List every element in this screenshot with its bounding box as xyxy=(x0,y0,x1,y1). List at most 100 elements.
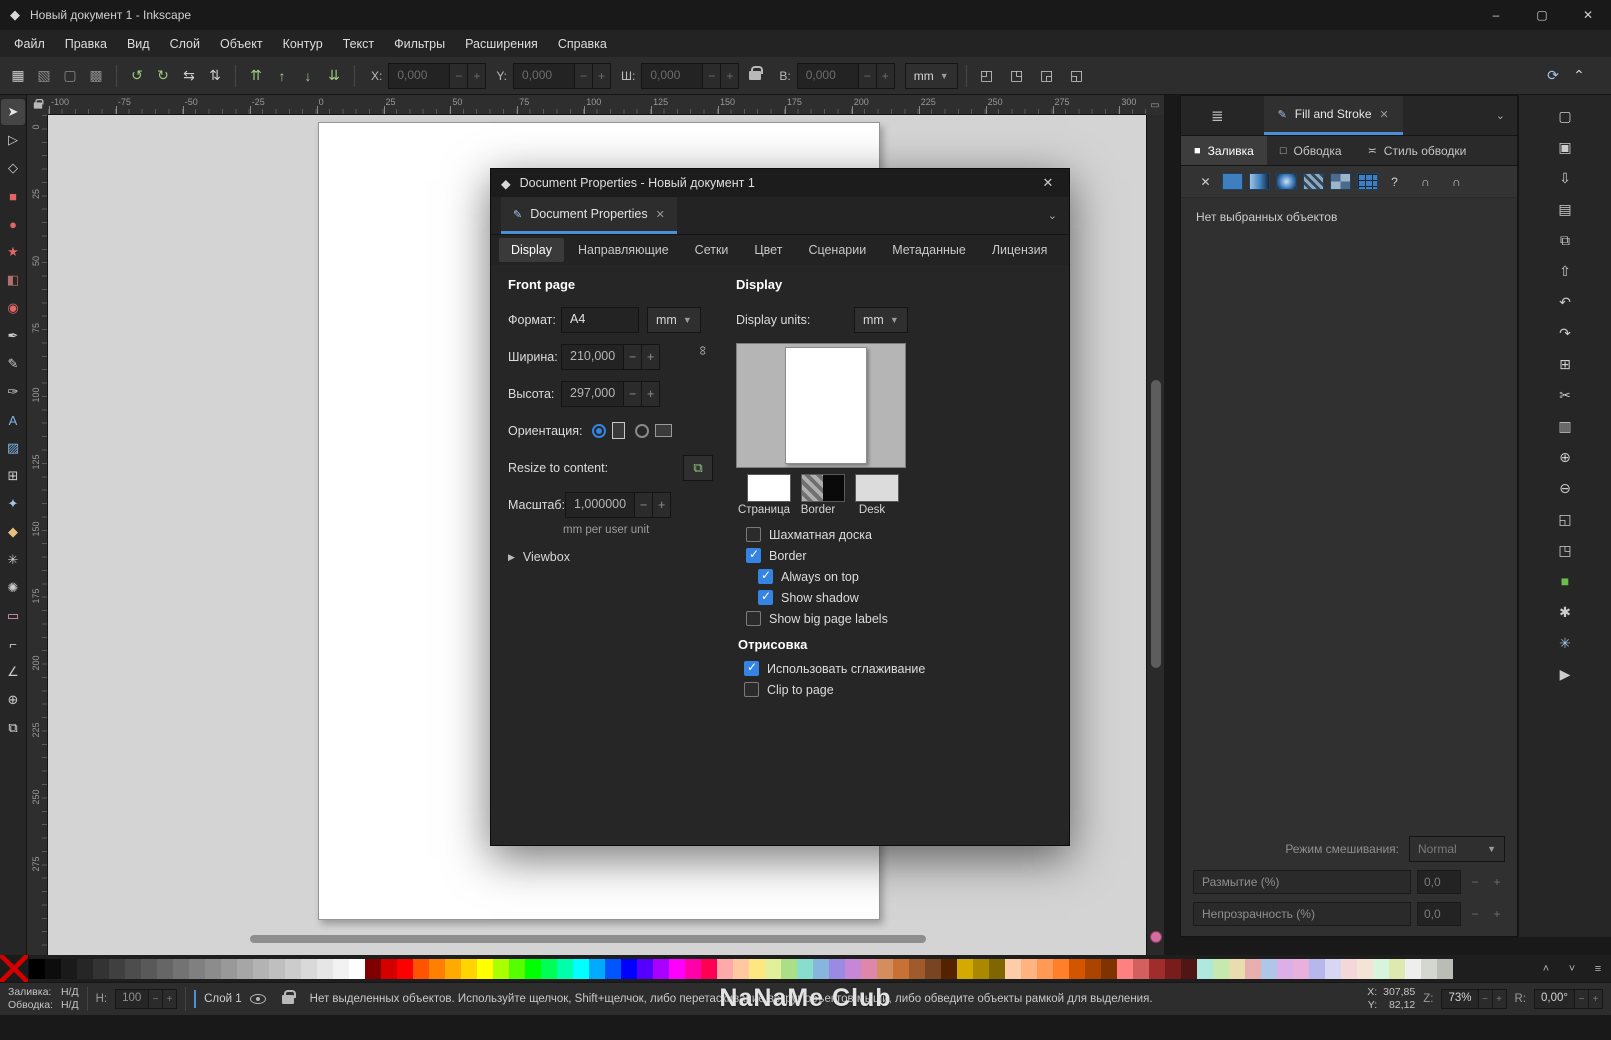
chevron-down-icon[interactable]: ⌄ xyxy=(1048,209,1057,222)
width-plus-button[interactable]: + xyxy=(642,344,660,370)
color-swatch-34[interactable] xyxy=(573,959,589,979)
page-width-field[interactable]: 210,000 − + xyxy=(561,344,660,370)
scale-plus-button[interactable]: + xyxy=(653,492,671,518)
linear-gradient-icon[interactable] xyxy=(1249,173,1270,190)
shape-builder-tool[interactable]: ◇ xyxy=(1,155,25,181)
color-swatch-45[interactable] xyxy=(749,959,765,979)
palette-scroll-up-button[interactable]: ˄ xyxy=(1533,955,1559,982)
color-swatch-86[interactable] xyxy=(1405,959,1421,979)
color-swatch-73[interactable] xyxy=(1197,959,1213,979)
color-swatch-8[interactable] xyxy=(157,959,173,979)
color-swatch-54[interactable] xyxy=(893,959,909,979)
color-swatch-69[interactable] xyxy=(1133,959,1149,979)
color-swatch-50[interactable] xyxy=(829,959,845,979)
height-plus-button[interactable]: + xyxy=(877,63,895,89)
color-swatch-64[interactable] xyxy=(1053,959,1069,979)
menu-item-0[interactable]: Файл xyxy=(4,33,55,55)
color-swatch-51[interactable] xyxy=(845,959,861,979)
tab-close-icon[interactable]: ✕ xyxy=(656,208,665,221)
selection-touch-icon[interactable]: ▩ xyxy=(84,63,108,89)
blur-slider[interactable]: Размытие (%) xyxy=(1193,870,1411,894)
color-swatch-2[interactable] xyxy=(61,959,77,979)
paste-icon[interactable]: ▥ xyxy=(1551,413,1579,439)
layer-lock-icon[interactable] xyxy=(282,995,294,1004)
transform-gradient-icon[interactable]: ◲ xyxy=(1035,63,1059,89)
x-field[interactable]: 0,000 − + xyxy=(388,63,486,89)
fill-stroke-indicator[interactable]: Заливка: Н/Д Обводка: Н/Д xyxy=(8,986,79,1012)
checkbox-always-on-top[interactable]: Always on top xyxy=(758,566,1066,587)
checkbox-checkerboard[interactable]: Шахматная доска xyxy=(746,524,1066,545)
snap-settings-icon[interactable]: ⟳ xyxy=(1541,63,1565,89)
color-swatch-40[interactable] xyxy=(669,959,685,979)
color-swatch-15[interactable] xyxy=(269,959,285,979)
maximize-button[interactable]: ▢ xyxy=(1519,0,1565,30)
print-icon[interactable]: ▤ xyxy=(1551,196,1579,222)
width-minus-button[interactable]: − xyxy=(703,63,721,89)
orientation-landscape-radio[interactable] xyxy=(635,424,649,438)
page-width-value[interactable]: 210,000 xyxy=(561,344,624,370)
color-swatch-9[interactable] xyxy=(173,959,189,979)
spiral-tool[interactable]: ◉ xyxy=(1,295,25,321)
menu-item-1[interactable]: Правка xyxy=(55,33,117,55)
category-tab-6[interactable]: Лицензия xyxy=(980,238,1060,262)
cut-icon[interactable]: ✂ xyxy=(1551,382,1579,408)
checkbox-antialias[interactable]: Использовать сглаживание xyxy=(744,658,1066,679)
deselect-icon[interactable]: ▢ xyxy=(58,63,82,89)
color-swatch-26[interactable] xyxy=(445,959,461,979)
menu-item-9[interactable]: Справка xyxy=(548,33,617,55)
transform-pattern-icon[interactable]: ◱ xyxy=(1065,63,1089,89)
color-swatch-36[interactable] xyxy=(605,959,621,979)
opacity-indicator-field[interactable]: 100 − + xyxy=(115,989,177,1009)
dropper-tool[interactable]: ✦ xyxy=(1,491,25,517)
selector-tool[interactable]: ➤ xyxy=(1,99,25,125)
y-plus-button[interactable]: + xyxy=(593,63,611,89)
document-new-icon[interactable]: ▢ xyxy=(1551,103,1579,129)
color-swatch-63[interactable] xyxy=(1037,959,1053,979)
minimize-button[interactable]: – xyxy=(1473,0,1519,30)
y-field[interactable]: 0,000 − + xyxy=(513,63,611,89)
y-value[interactable]: 0,000 xyxy=(513,63,575,89)
opacity-plus-button[interactable]: + xyxy=(1489,902,1505,926)
color-swatch-38[interactable] xyxy=(637,959,653,979)
pages-tool[interactable]: ⧉ xyxy=(1,715,25,741)
color-swatch-24[interactable] xyxy=(413,959,429,979)
lower-to-bottom-icon[interactable]: ⇊ xyxy=(322,63,346,89)
radial-gradient-icon[interactable] xyxy=(1276,173,1297,190)
chevron-down-icon[interactable]: ⌄ xyxy=(1496,109,1505,122)
zoom-drawing-icon[interactable]: ◳ xyxy=(1551,537,1579,563)
height-plus-button[interactable]: + xyxy=(642,381,660,407)
duplicate-icon[interactable]: ⊞ xyxy=(1551,351,1579,377)
color-swatch-31[interactable] xyxy=(525,959,541,979)
horizontal-scrollbar-thumb[interactable] xyxy=(250,935,926,943)
color-swatch-87[interactable] xyxy=(1421,959,1437,979)
objects-icon[interactable]: ■ xyxy=(1551,568,1579,594)
vertical-scrollbar[interactable] xyxy=(1146,115,1164,955)
scale-value[interactable]: 1,000000 xyxy=(565,492,635,518)
x-plus-button[interactable]: + xyxy=(468,63,486,89)
dialog-titlebar[interactable]: ◆ Document Properties - Новый документ 1… xyxy=(491,169,1069,197)
eraser-tool[interactable]: ▭ xyxy=(1,603,25,629)
color-swatch-46[interactable] xyxy=(765,959,781,979)
ruler-corner[interactable] xyxy=(27,95,48,115)
checkbox-big-page-labels[interactable]: Show big page labels xyxy=(746,608,1066,629)
color-swatch-67[interactable] xyxy=(1101,959,1117,979)
close-button[interactable]: ✕ xyxy=(1565,0,1611,30)
page-height-value[interactable]: 297,000 xyxy=(561,381,624,407)
pen-tool[interactable]: ✒ xyxy=(1,323,25,349)
tweak-tool[interactable]: ✳ xyxy=(1,547,25,573)
resize-to-content-button[interactable]: ⧉ xyxy=(683,455,713,481)
display-units-dropdown[interactable]: mm ▼ xyxy=(854,307,908,333)
connector-tool[interactable]: ⌐ xyxy=(1,631,25,657)
select-all-icon[interactable]: ▦ xyxy=(6,63,30,89)
blur-minus-button[interactable]: − xyxy=(1467,870,1483,894)
color-swatch-66[interactable] xyxy=(1085,959,1101,979)
color-swatch-1[interactable] xyxy=(45,959,61,979)
units-dropdown[interactable]: mm ▼ xyxy=(905,63,958,89)
lock-aspect-ratio-icon[interactable] xyxy=(749,71,761,80)
color-swatch-48[interactable] xyxy=(797,959,813,979)
category-tab-0[interactable]: Display xyxy=(499,238,564,262)
color-swatch-53[interactable] xyxy=(877,959,893,979)
color-swatch-49[interactable] xyxy=(813,959,829,979)
opacity-minus-button[interactable]: − xyxy=(149,989,163,1009)
color-swatch-20[interactable] xyxy=(349,959,365,979)
